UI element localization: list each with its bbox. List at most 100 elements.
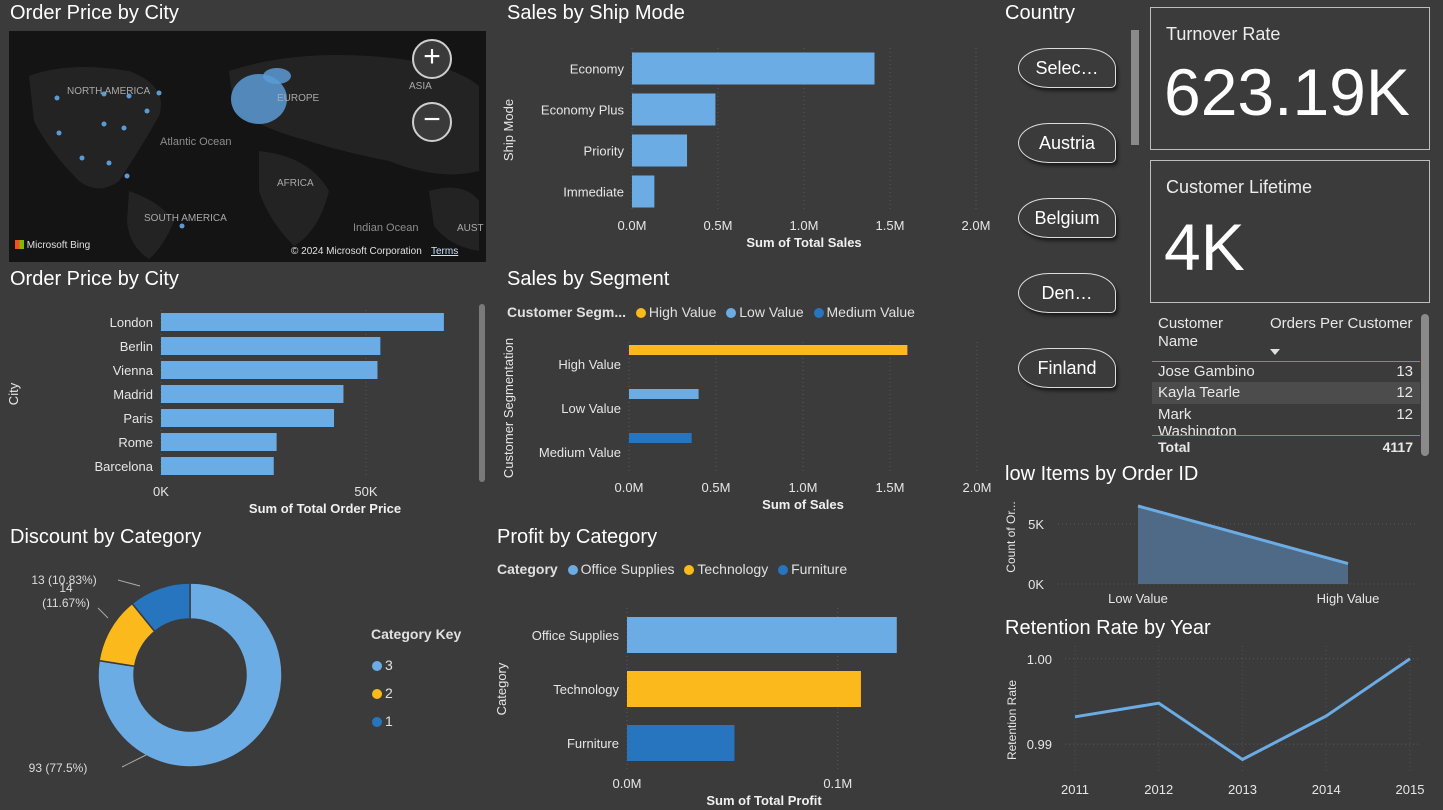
x-tick-label: 2013 — [1228, 782, 1257, 797]
x-axis-title: Sum of Sales — [762, 497, 844, 512]
bar-high-value[interactable] — [629, 345, 908, 355]
bar-rome[interactable] — [161, 433, 277, 451]
x-tick-label: Low Value — [1108, 591, 1168, 606]
legend-item-2[interactable]: 2 — [366, 679, 393, 707]
bar-london[interactable] — [161, 313, 444, 331]
data-label: 13 (10.83%) — [31, 573, 96, 587]
segment-legend: Customer Segm... High Value Low Value Me… — [507, 304, 915, 320]
bar-immediate[interactable] — [632, 175, 655, 208]
leader-line — [97, 607, 109, 619]
ship-mode-bar-chart: 0.0M 0.5M 1.0M 1.5M 2.0M Economy Economy Plus P… — [501, 48, 991, 250]
x-tick-label: 0.5M — [704, 218, 733, 233]
category-label: Economy Plus — [541, 103, 625, 118]
bar-economy[interactable] — [632, 52, 875, 85]
zoom-out-button[interactable]: − — [412, 102, 452, 142]
city-chart-title: Order Price by City — [10, 268, 179, 290]
bar-priority[interactable] — [632, 134, 688, 167]
country-option-finland[interactable]: Finland — [1018, 348, 1116, 388]
category-label: Technology — [553, 682, 619, 697]
y-tick-label: 1.00 — [1027, 652, 1052, 667]
x-tick-label: 2.0M — [963, 480, 992, 495]
leader-line — [117, 579, 141, 587]
x-tick-label: 2.0M — [962, 218, 991, 233]
y-tick-label: 0K — [1028, 577, 1044, 592]
customer-table-scrollbar[interactable] — [1421, 314, 1429, 456]
col-header-customer-name[interactable]: Customer Name — [1158, 315, 1248, 351]
map-label-europe: EUROPE — [277, 93, 320, 104]
country-slicer-title: Country — [1005, 2, 1076, 24]
category-label: Priority — [584, 144, 625, 159]
legend-item-1[interactable]: 1 — [366, 707, 393, 735]
segment-bar-chart: 0.0M 0.5M 1.0M 1.5M 2.0M High Value Low Value M… — [501, 338, 992, 512]
country-option-denmark[interactable]: Den… — [1018, 273, 1116, 313]
order-price-map[interactable]: NORTH AMERICA EUROPE ASIA Atlantic Ocean… — [9, 31, 486, 262]
x-tick-label: 50K — [354, 484, 377, 499]
y-axis-title: Retention Rate — [1005, 680, 1019, 760]
items-chart-title: low Items by Order ID — [1005, 463, 1199, 485]
retention-chart-title: Retention Rate by Year — [1005, 617, 1211, 639]
customer-lifetime-card: Customer Lifetime 4K — [1150, 160, 1430, 303]
x-tick-label: High Value — [1317, 591, 1380, 606]
y-axis-title: Count of Or... — [1004, 501, 1018, 572]
leader-line — [121, 754, 147, 768]
legend-item-3[interactable]: 3 — [366, 651, 393, 679]
ship-chart-title: Sales by Ship Mode — [507, 2, 685, 24]
bar-technology[interactable] — [627, 671, 861, 707]
country-option-belgium[interactable]: Belgium — [1018, 198, 1116, 238]
profit-legend: Category Office Supplies Technology Furn… — [497, 561, 848, 577]
category-label: Barcelona — [94, 459, 153, 474]
map-terms-link[interactable]: Terms — [431, 246, 458, 257]
category-label: Furniture — [567, 736, 619, 751]
category-label: Berlin — [120, 339, 153, 354]
x-tick-label: 2012 — [1144, 782, 1173, 797]
bar-low-value[interactable] — [629, 389, 699, 399]
map-label-aust: AUST — [457, 223, 484, 234]
card-title: Customer Lifetime — [1166, 177, 1313, 197]
country-slicer-scrollbar[interactable] — [1131, 30, 1139, 145]
city-bar-chart: 0K 50K London Berlin Vienna Madrid Paris Rome Ba… — [6, 310, 444, 516]
zoom-in-button[interactable]: + — [412, 39, 452, 79]
turnover-rate-card: Turnover Rate 623.19K — [1150, 7, 1430, 150]
segment-chart-title: Sales by Segment — [507, 268, 670, 290]
category-label: London — [110, 315, 153, 330]
legend-office-supplies[interactable]: Office Supplies — [581, 561, 675, 577]
legend-technology[interactable]: Technology — [697, 561, 768, 577]
data-label: 93 (77.5%) — [29, 761, 88, 775]
table-row[interactable]: Kayla Tearle 12 — [1152, 382, 1420, 404]
legend-high-value[interactable]: High Value — [649, 304, 716, 320]
bar-berlin[interactable] — [161, 337, 381, 355]
bar-madrid[interactable] — [161, 385, 344, 403]
x-tick-label: 0.0M — [615, 480, 644, 495]
country-option-select-all[interactable]: Selec… — [1018, 48, 1116, 88]
category-label: Immediate — [563, 185, 624, 200]
category-label: Economy — [570, 62, 625, 77]
bar-furniture[interactable] — [627, 725, 735, 761]
legend-furniture[interactable]: Furniture — [791, 561, 847, 577]
col-header-orders-per-customer[interactable]: Orders Per Customer — [1270, 315, 1413, 332]
area-fill[interactable] — [1138, 506, 1348, 584]
x-tick-label: 0.0M — [618, 218, 647, 233]
category-label: Rome — [118, 435, 153, 450]
legend-low-value[interactable]: Low Value — [739, 304, 803, 320]
country-option-austria[interactable]: Austria — [1018, 123, 1116, 163]
x-tick-label: 0K — [153, 484, 169, 499]
bar-office-supplies[interactable] — [627, 617, 897, 653]
card-value: 623.19K — [1164, 55, 1410, 129]
x-tick-label: 1.0M — [789, 480, 818, 495]
category-label: Madrid — [113, 387, 153, 402]
bar-vienna[interactable] — [161, 361, 378, 379]
discount-legend-title: Category Key — [371, 626, 462, 642]
legend-medium-value[interactable]: Medium Value — [827, 304, 915, 320]
bar-medium-value[interactable] — [629, 433, 692, 443]
bar-paris[interactable] — [161, 409, 335, 427]
map-label-indian-ocean: Indian Ocean — [353, 222, 419, 234]
city-chart-scrollbar[interactable] — [479, 304, 485, 482]
x-tick-label: 2011 — [1061, 782, 1089, 797]
bar-economy-plus[interactable] — [632, 93, 716, 126]
profit-chart-title: Profit by Category — [497, 526, 658, 548]
x-tick-label: 2014 — [1312, 782, 1341, 797]
table-row[interactable]: Jose Gambino 13 — [1152, 362, 1420, 382]
sort-desc-icon[interactable] — [1270, 349, 1280, 355]
x-tick-label: 0.1M — [823, 776, 852, 791]
bar-barcelona[interactable] — [161, 457, 274, 475]
